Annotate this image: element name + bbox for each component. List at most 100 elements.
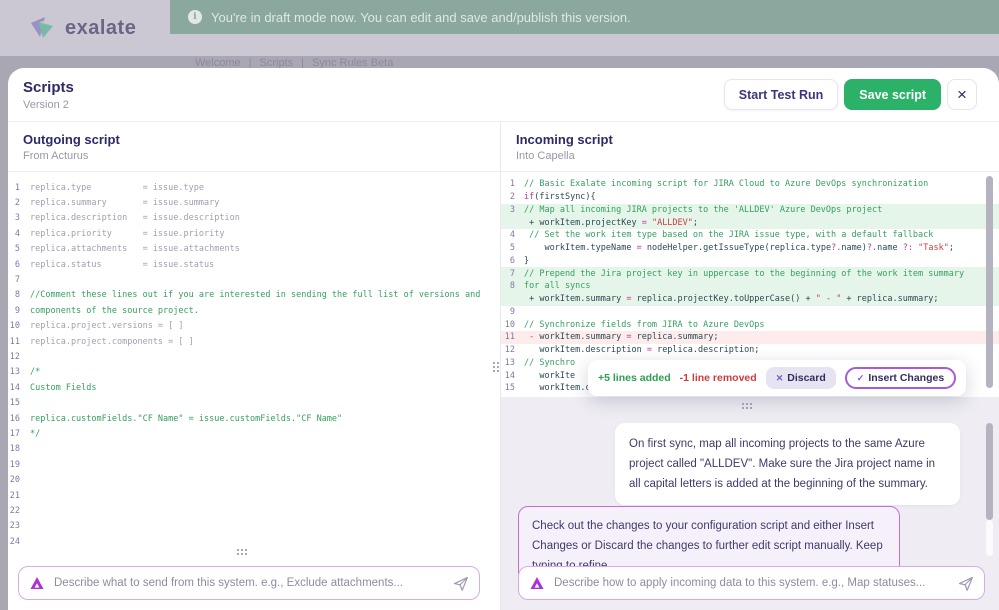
code-text: // Set the work item type based on the J… — [515, 230, 933, 240]
code-line[interactable]: 15 — [8, 395, 500, 410]
line-number: 8 — [8, 290, 20, 300]
line-number: 6 — [8, 260, 20, 270]
code-text: */ — [20, 429, 40, 439]
modal-actions: Start Test Run Save script × — [724, 79, 977, 110]
lines-added-label: +5 lines added — [598, 372, 671, 384]
code-line[interactable]: 7// Prepend the Jira project key in uppe… — [501, 267, 999, 280]
code-line[interactable]: 2if(firstSync){ — [501, 191, 999, 204]
code-line[interactable]: 6replica.status = issue.status — [8, 257, 500, 272]
code-text: replica.project.versions = [ ] — [20, 321, 184, 331]
code-line[interactable]: 2replica.summary = issue.summary — [8, 195, 500, 210]
code-line[interactable]: 24 — [8, 534, 500, 549]
code-line[interactable]: 17*/ — [8, 426, 500, 441]
logo-text: exalate — [65, 17, 136, 40]
line-number: 2 — [501, 192, 515, 202]
code-line[interactable]: 1replica.type = issue.type — [8, 180, 500, 195]
insert-check-icon: ✓ — [857, 373, 865, 384]
pane-splitter-handle-icon[interactable] — [493, 362, 499, 372]
code-line[interactable]: 5 workItem.typeName = nodeHelper.getIssu… — [501, 242, 999, 255]
code-line[interactable]: 7 — [8, 272, 500, 287]
code-line[interactable]: + workItem.projectKey = "ALLDEV"; — [501, 216, 999, 229]
line-number: 7 — [501, 269, 515, 279]
code-line[interactable]: 4 // Set the work item type based on the… — [501, 229, 999, 242]
code-line[interactable]: + workItem.summary = replica.projectKey.… — [501, 293, 999, 306]
chat-scrollbar[interactable] — [986, 423, 993, 520]
discard-label: Discard — [787, 372, 826, 384]
code-line[interactable]: 8for all syncs — [501, 280, 999, 293]
info-icon: i — [188, 10, 202, 24]
line-number: 12 — [501, 345, 515, 355]
incoming-editor-resize-handle-icon[interactable] — [742, 403, 752, 409]
incoming-editor-scrollbar[interactable] — [986, 176, 993, 388]
code-line[interactable]: 11replica.project.components = [ ] — [8, 334, 500, 349]
code-line[interactable]: 10// Synchronize fields from JIRA to Azu… — [501, 318, 999, 331]
line-number: 7 — [8, 275, 20, 285]
code-line[interactable]: 23 — [8, 519, 500, 534]
line-number: 4 — [8, 229, 20, 239]
exalate-logo-icon — [30, 16, 56, 40]
code-text: replica.customFields."CF Name" = issue.c… — [20, 414, 342, 424]
line-number: 8 — [501, 281, 515, 291]
line-number: 3 — [501, 205, 515, 215]
code-line[interactable]: 20 — [8, 472, 500, 487]
outgoing-editor-resize-handle-icon[interactable] — [237, 549, 247, 555]
close-icon: × — [957, 85, 967, 105]
script-panes: Outgoing script From Acturus 1replica.ty… — [8, 122, 999, 610]
code-text: workItem.description = replica.descripti… — [515, 345, 759, 355]
line-number: 18 — [8, 444, 20, 454]
line-number: 19 — [8, 460, 20, 470]
page-title: Scripts — [23, 79, 74, 97]
code-line[interactable]: 16replica.customFields."CF Name" = issue… — [8, 411, 500, 426]
chat-scrollbar-track[interactable] — [986, 520, 993, 556]
line-number: 9 — [8, 306, 20, 316]
line-number: 2 — [8, 198, 20, 208]
outgoing-prompt-input[interactable] — [54, 577, 443, 589]
code-line[interactable]: 6} — [501, 255, 999, 268]
line-number: 6 — [501, 256, 515, 266]
close-button[interactable]: × — [947, 79, 977, 110]
code-line[interactable]: 8//Comment these lines out if you are in… — [8, 288, 500, 303]
start-test-run-button[interactable]: Start Test Run — [724, 79, 839, 110]
code-line[interactable]: 22 — [8, 503, 500, 518]
insert-changes-button[interactable]: ✓ Insert Changes — [845, 367, 956, 389]
code-line[interactable]: 18 — [8, 442, 500, 457]
code-line[interactable]: 9components of the source project. — [8, 303, 500, 318]
code-line[interactable]: 14Custom Fields — [8, 380, 500, 395]
code-line[interactable]: 3replica.description = issue.description — [8, 211, 500, 226]
code-line[interactable]: 12 workItem.description = replica.descri… — [501, 344, 999, 357]
code-line[interactable]: 1// Basic Exalate incoming script for JI… — [501, 178, 999, 191]
code-line[interactable]: 4replica.priority = issue.priority — [8, 226, 500, 241]
send-icon[interactable] — [452, 575, 469, 592]
line-number: 1 — [8, 183, 20, 193]
code-line[interactable]: 5replica.attachments = issue.attachments — [8, 242, 500, 257]
line-number: 1 — [501, 179, 515, 189]
code-line[interactable]: 10replica.project.versions = [ ] — [8, 319, 500, 334]
code-line[interactable]: 21 — [8, 488, 500, 503]
code-text: // Synchro — [515, 358, 575, 368]
modal-title-block: Scripts Version 2 — [23, 79, 74, 111]
send-icon[interactable] — [957, 575, 974, 592]
code-text: Custom Fields — [20, 383, 97, 393]
line-number: 10 — [501, 320, 515, 330]
code-line[interactable]: 11 - workItem.summary = replica.summary; — [501, 331, 999, 344]
code-text: // Prepend the Jira project key in upper… — [515, 269, 964, 279]
code-text: // Synchronize fields from JIRA to Azure… — [515, 320, 765, 330]
code-line[interactable]: 19 — [8, 457, 500, 472]
code-line[interactable]: 9 — [501, 306, 999, 319]
discard-button[interactable]: ✕ Discard — [766, 367, 836, 389]
line-number: 17 — [8, 429, 20, 439]
line-number: 9 — [501, 307, 515, 317]
save-script-button[interactable]: Save script — [844, 79, 941, 110]
exalate-triangle-icon — [29, 575, 45, 591]
code-line[interactable]: 13/* — [8, 365, 500, 380]
discard-x-icon: ✕ — [776, 373, 784, 384]
incoming-prompt-input[interactable] — [554, 577, 948, 589]
code-line[interactable]: 12 — [8, 349, 500, 364]
outgoing-code-editor[interactable]: 1replica.type = issue.type2replica.summa… — [8, 172, 500, 556]
code-line[interactable]: 3// Map all incoming JIRA projects to th… — [501, 204, 999, 217]
line-number: 16 — [8, 414, 20, 424]
screen: exalate i You're in draft mode now. You … — [0, 0, 999, 610]
line-number: 5 — [8, 244, 20, 254]
code-text: // Map all incoming JIRA projects to the… — [515, 205, 882, 215]
lines-removed-label: -1 line removed — [680, 372, 757, 384]
